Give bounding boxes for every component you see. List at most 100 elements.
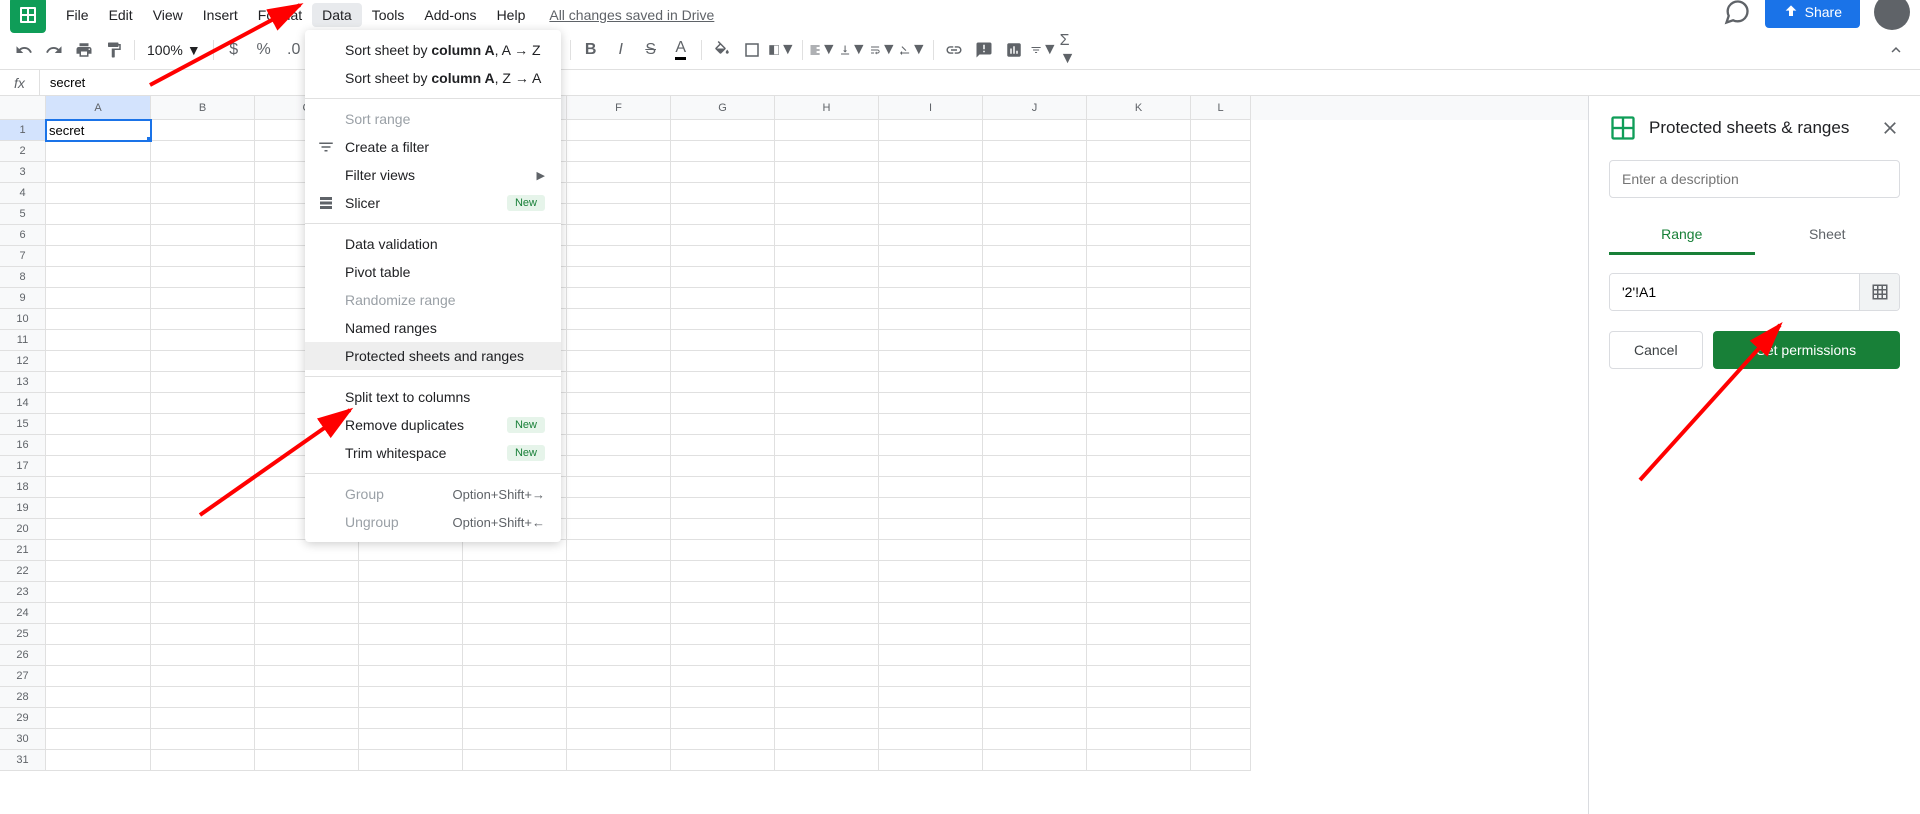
cell[interactable]: [775, 204, 879, 225]
tab-sheet[interactable]: Sheet: [1755, 216, 1901, 255]
cell[interactable]: [255, 708, 359, 729]
cell[interactable]: [879, 141, 983, 162]
cell[interactable]: [46, 372, 151, 393]
cell[interactable]: [1191, 141, 1251, 162]
italic-button[interactable]: I: [607, 36, 635, 64]
currency-button[interactable]: $: [220, 36, 248, 64]
cell[interactable]: [46, 645, 151, 666]
cell[interactable]: [983, 708, 1087, 729]
menu-add-ons[interactable]: Add-ons: [414, 3, 486, 27]
cell[interactable]: [1087, 708, 1191, 729]
cell[interactable]: [671, 351, 775, 372]
row-header[interactable]: 26: [0, 645, 46, 666]
cell[interactable]: [46, 624, 151, 645]
cell[interactable]: [255, 729, 359, 750]
cell[interactable]: [151, 498, 255, 519]
cell[interactable]: [1087, 477, 1191, 498]
cell[interactable]: [775, 225, 879, 246]
col-header-F[interactable]: F: [567, 96, 671, 120]
filter-button[interactable]: ▼: [1030, 36, 1058, 64]
cell[interactable]: [151, 456, 255, 477]
cell[interactable]: [567, 225, 671, 246]
row-header[interactable]: 3: [0, 162, 46, 183]
cell[interactable]: [983, 435, 1087, 456]
cell[interactable]: [879, 456, 983, 477]
cell[interactable]: [879, 162, 983, 183]
row-header[interactable]: 15: [0, 414, 46, 435]
cell[interactable]: [567, 414, 671, 435]
cell[interactable]: [567, 477, 671, 498]
cell[interactable]: [1191, 330, 1251, 351]
cell[interactable]: [1191, 498, 1251, 519]
cell[interactable]: [1191, 435, 1251, 456]
cell[interactable]: [463, 708, 567, 729]
cell[interactable]: [671, 582, 775, 603]
cell[interactable]: [983, 624, 1087, 645]
cell[interactable]: [1087, 351, 1191, 372]
cell[interactable]: [1087, 393, 1191, 414]
cell[interactable]: [879, 435, 983, 456]
cell[interactable]: [151, 393, 255, 414]
cell[interactable]: [46, 393, 151, 414]
cell[interactable]: [1191, 372, 1251, 393]
share-button[interactable]: Share: [1765, 0, 1860, 28]
row-header[interactable]: 4: [0, 183, 46, 204]
cell[interactable]: [567, 183, 671, 204]
cell[interactable]: [46, 204, 151, 225]
pivot-table-item[interactable]: Pivot table: [305, 258, 561, 286]
cell[interactable]: [671, 687, 775, 708]
cell[interactable]: [151, 288, 255, 309]
cell[interactable]: [1087, 750, 1191, 771]
cell[interactable]: [775, 120, 879, 141]
cell[interactable]: [567, 141, 671, 162]
bold-button[interactable]: B: [577, 36, 605, 64]
cell[interactable]: [879, 582, 983, 603]
cell[interactable]: [567, 246, 671, 267]
cell[interactable]: [463, 540, 567, 561]
cell[interactable]: [1087, 498, 1191, 519]
data-validation-item[interactable]: Data validation: [305, 230, 561, 258]
cell[interactable]: [1087, 246, 1191, 267]
cell[interactable]: [255, 582, 359, 603]
col-header-L[interactable]: L: [1191, 96, 1251, 120]
cell[interactable]: [775, 267, 879, 288]
cell[interactable]: [983, 225, 1087, 246]
col-header-H[interactable]: H: [775, 96, 879, 120]
cell[interactable]: [775, 477, 879, 498]
cell[interactable]: [151, 330, 255, 351]
cell[interactable]: [46, 288, 151, 309]
col-header-J[interactable]: J: [983, 96, 1087, 120]
split-text-item[interactable]: Split text to columns: [305, 383, 561, 411]
cell[interactable]: [46, 603, 151, 624]
cell[interactable]: [567, 729, 671, 750]
cell[interactable]: [671, 141, 775, 162]
cell[interactable]: [567, 666, 671, 687]
cell[interactable]: [1087, 603, 1191, 624]
row-header[interactable]: 19: [0, 498, 46, 519]
cell[interactable]: [1191, 477, 1251, 498]
cell[interactable]: [463, 645, 567, 666]
menu-insert[interactable]: Insert: [193, 3, 248, 27]
cell[interactable]: [983, 498, 1087, 519]
cell[interactable]: [463, 750, 567, 771]
cell[interactable]: [567, 582, 671, 603]
wrap-button[interactable]: ▼: [869, 36, 897, 64]
cell[interactable]: [1087, 267, 1191, 288]
avatar[interactable]: [1874, 0, 1910, 30]
cell[interactable]: [567, 540, 671, 561]
close-icon[interactable]: [1880, 118, 1900, 138]
create-filter-item[interactable]: Create a filter: [305, 133, 561, 161]
cell[interactable]: [1191, 309, 1251, 330]
cell[interactable]: [46, 729, 151, 750]
cell[interactable]: [879, 645, 983, 666]
cell[interactable]: [983, 603, 1087, 624]
cell[interactable]: [359, 708, 463, 729]
cell[interactable]: [567, 120, 671, 141]
menu-help[interactable]: Help: [487, 3, 536, 27]
cell[interactable]: [671, 393, 775, 414]
cell[interactable]: [671, 267, 775, 288]
cell[interactable]: [879, 372, 983, 393]
cell[interactable]: [1191, 708, 1251, 729]
cell[interactable]: [983, 582, 1087, 603]
cell[interactable]: [463, 729, 567, 750]
